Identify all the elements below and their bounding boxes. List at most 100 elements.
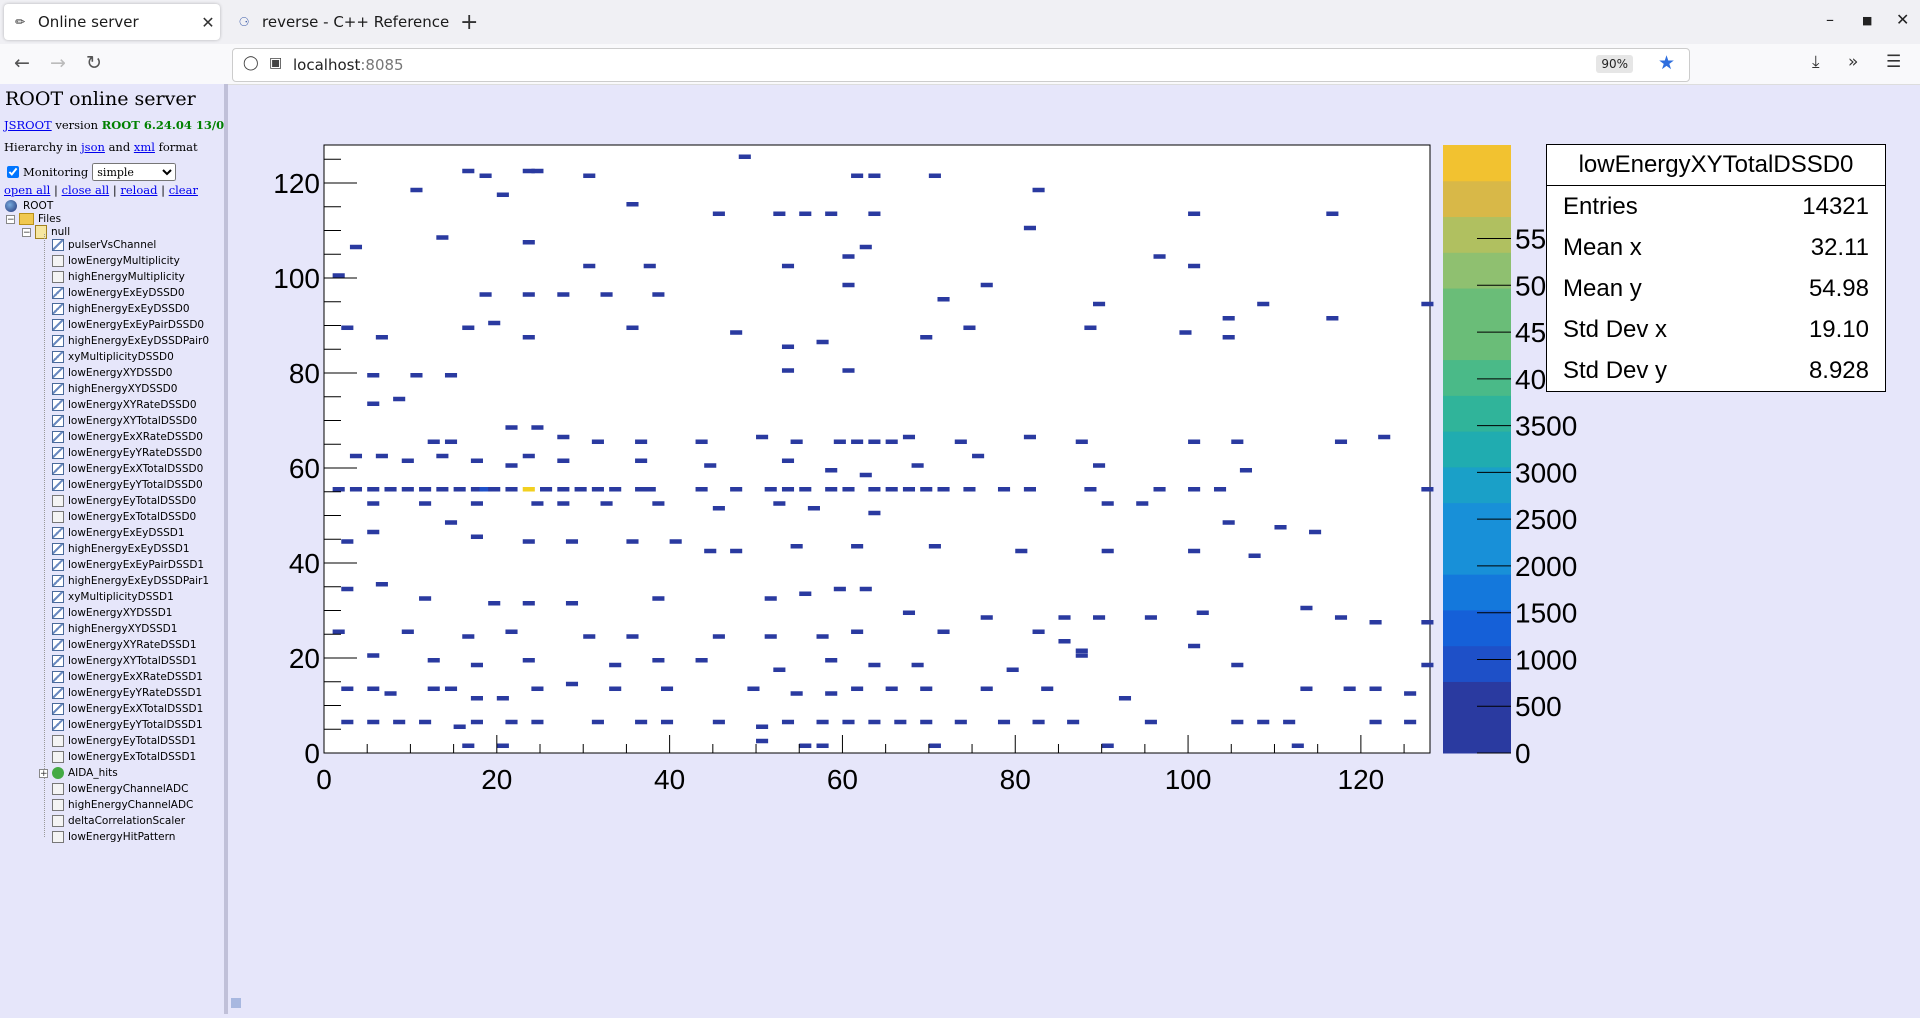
reload-icon[interactable]: ↻	[86, 52, 102, 74]
heatmap-cell[interactable]	[393, 396, 406, 402]
heatmap-cell[interactable]	[1153, 254, 1166, 259]
heatmap-cell[interactable]	[522, 487, 535, 492]
heatmap-cell[interactable]	[470, 534, 483, 540]
heatmap-cell[interactable]	[436, 235, 449, 240]
heatmap-cell[interactable]	[868, 719, 881, 725]
tree-leaf-lowEnergyExEyDSSD0[interactable]: lowEnergyExEyDSSD0	[52, 285, 185, 301]
heatmap-cell[interactable]	[799, 591, 812, 597]
heatmap-cell[interactable]	[902, 487, 916, 492]
heatmap-cell[interactable]	[937, 297, 950, 302]
heatmap-cell[interactable]	[470, 458, 483, 464]
heatmap-cell[interactable]	[1023, 434, 1036, 440]
tree-leaf-lowEnergyExXRateDSSD1[interactable]: lowEnergyExXRateDSSD1	[52, 669, 203, 685]
heatmap-cell[interactable]	[626, 539, 639, 544]
tree-leaf-highEnergyXYDSSD0[interactable]: highEnergyXYDSSD0	[52, 381, 177, 397]
heatmap-cell[interactable]	[1015, 548, 1028, 554]
heatmap-cell[interactable]	[574, 487, 587, 492]
pane-splitter[interactable]	[224, 84, 228, 1014]
heatmap-cell[interactable]	[609, 686, 622, 692]
tree-leaf-highEnergyExEyDSSD1[interactable]: highEnergyExEyDSSD1	[52, 541, 190, 557]
heatmap-cell[interactable]	[557, 487, 570, 492]
heatmap-cell[interactable]	[470, 501, 483, 506]
tree-leaf-highEnergyChannelADC[interactable]: highEnergyChannelADC	[52, 797, 193, 813]
heatmap-cell[interactable]	[1023, 487, 1036, 492]
heatmap-cell[interactable]	[1075, 648, 1088, 654]
heatmap-cell[interactable]	[738, 154, 751, 160]
tab-online-server[interactable]: ✏ Online server ✕	[4, 4, 220, 40]
heatmap-cell[interactable]	[695, 658, 708, 663]
heatmap-cell[interactable]	[488, 487, 501, 492]
heatmap-cell[interactable]	[1404, 719, 1417, 725]
heatmap-cell[interactable]	[591, 719, 604, 725]
heatmap-cell[interactable]	[583, 263, 596, 269]
heatmap-cell[interactable]	[444, 439, 458, 445]
heatmap-cell[interactable]	[911, 463, 924, 468]
json-link[interactable]: json	[81, 140, 105, 154]
heatmap-cell[interactable]	[384, 487, 397, 492]
tree-leaf-deltaCorrelationScaler[interactable]: deltaCorrelationScaler	[52, 813, 185, 829]
heatmap-cell[interactable]	[427, 658, 440, 663]
heatmap-cell[interactable]	[367, 686, 380, 692]
heatmap-cell[interactable]	[1023, 225, 1036, 231]
tree-leaf-highEnergyXYDSSD1[interactable]: highEnergyXYDSSD1	[52, 621, 177, 637]
heatmap-cell[interactable]	[868, 487, 881, 492]
heatmap-cell[interactable]	[1369, 686, 1382, 692]
tree-leaf-lowEnergyExXTotalDSSD0[interactable]: lowEnergyExXTotalDSSD0	[52, 461, 203, 477]
forward-icon[interactable]: →	[50, 52, 66, 74]
heatmap-cell[interactable]	[902, 610, 916, 616]
menu-icon[interactable]: ☰	[1886, 52, 1901, 72]
heatmap-cell[interactable]	[652, 501, 665, 506]
heatmap-cell[interactable]	[1231, 662, 1244, 668]
heatmap-cell[interactable]	[1101, 743, 1114, 749]
tree-leaf-pulserVsChannel[interactable]: pulserVsChannel	[52, 237, 156, 253]
heatmap-cell[interactable]	[1093, 615, 1106, 620]
heatmap-cell[interactable]	[419, 487, 432, 492]
heatmap-cell[interactable]	[730, 487, 743, 492]
heatmap-cell[interactable]	[557, 458, 570, 464]
heatmap-cell[interactable]	[851, 686, 864, 692]
heatmap-cell[interactable]	[790, 691, 803, 696]
window-close-icon[interactable]: ✕	[1896, 10, 1909, 29]
maximize-icon[interactable]: ■	[1862, 14, 1872, 27]
heatmap-cell[interactable]	[367, 653, 380, 658]
heatmap-cell[interactable]	[419, 719, 432, 725]
heatmap-cell[interactable]	[332, 273, 345, 278]
heatmap-cell[interactable]	[557, 434, 570, 440]
minimize-icon[interactable]: –	[1826, 10, 1834, 29]
heatmap-cell[interactable]	[842, 487, 855, 492]
heatmap-cell[interactable]	[410, 373, 423, 378]
heatmap-cell[interactable]	[393, 719, 406, 725]
tree-leaf-highEnergyExEyDSSDPair1[interactable]: highEnergyExEyDSSDPair1	[52, 573, 209, 589]
heatmap-cell[interactable]	[626, 634, 639, 639]
heatmap-cell[interactable]	[462, 325, 475, 331]
heatmap-cell[interactable]	[1067, 719, 1080, 725]
heatmap-cell[interactable]	[332, 487, 345, 492]
heatmap-cell[interactable]	[825, 487, 838, 492]
heatmap-cell[interactable]	[1101, 548, 1114, 554]
heatmap-cell[interactable]	[1032, 187, 1045, 193]
heatmap-cell[interactable]	[712, 211, 725, 217]
heatmap-cell[interactable]	[1075, 439, 1088, 445]
tree-leaf-lowEnergyEyYTotalDSSD0[interactable]: lowEnergyEyYTotalDSSD0	[52, 477, 203, 493]
heatmap-cell[interactable]	[375, 582, 388, 587]
heatmap-cell[interactable]	[565, 601, 579, 606]
heatmap-cell[interactable]	[1041, 686, 1054, 692]
heatmap-cell[interactable]	[635, 719, 648, 725]
close-tab-icon[interactable]: ✕	[196, 13, 220, 32]
heatmap-cell[interactable]	[894, 719, 907, 725]
heatmap-cell[interactable]	[444, 373, 458, 378]
tree-leaf-lowEnergyXYRateDSSD1[interactable]: lowEnergyXYRateDSSD1	[52, 637, 197, 653]
heatmap-cell[interactable]	[1188, 643, 1201, 649]
heatmap-cell[interactable]	[410, 187, 423, 193]
tree-leaf-lowEnergyExXTotalDSSD1[interactable]: lowEnergyExXTotalDSSD1	[52, 701, 203, 717]
heatmap-cell[interactable]	[902, 434, 916, 440]
heatmap-cell[interactable]	[341, 719, 354, 725]
heatmap-cell[interactable]	[920, 487, 933, 492]
clear-link[interactable]: clear	[169, 183, 198, 197]
close-all-link[interactable]: close all	[62, 183, 110, 197]
heatmap-cell[interactable]	[972, 453, 985, 459]
heatmap-cell[interactable]	[911, 662, 924, 668]
heatmap-cell[interactable]	[635, 458, 648, 464]
zoom-badge[interactable]: 90%	[1596, 55, 1633, 73]
heatmap-cell[interactable]	[1378, 434, 1391, 440]
